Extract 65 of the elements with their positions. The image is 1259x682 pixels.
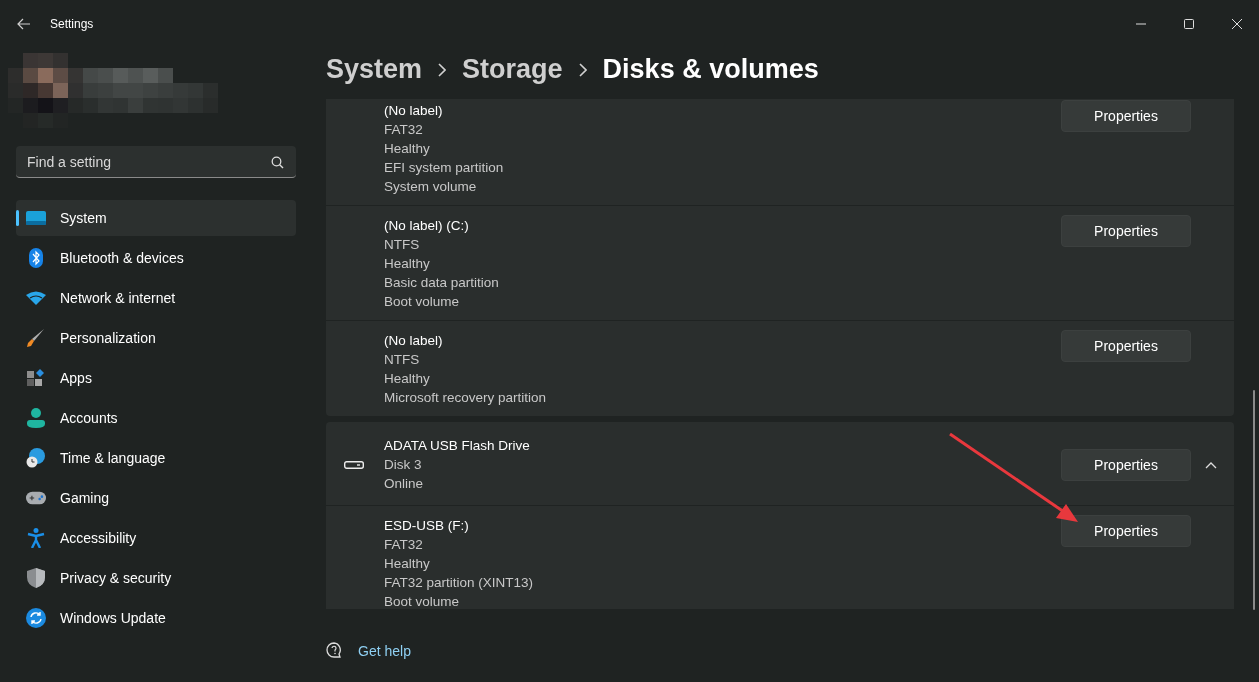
shield-icon [26,568,46,588]
sidebar-item[interactable]: System [16,200,296,236]
search-field[interactable]: Find a setting [16,146,296,178]
paintbrush-icon [26,328,46,348]
volume-detail: Healthy [384,370,431,388]
breadcrumb-link[interactable]: System [326,54,423,85]
volume-detail: NTFS [384,351,421,369]
chevron-icon[interactable] [1205,460,1217,469]
disk-name: ADATA USB Flash Drive [384,437,531,455]
sidebar-item[interactable]: Bluetooth & devices [16,240,296,276]
scrollbar[interactable] [1253,390,1255,610]
update-icon [26,608,46,628]
volume-detail: Microsoft recovery partition [384,389,548,407]
volume-detail: Boot volume [384,593,461,609]
help-icon [326,642,344,660]
sidebar-item[interactable]: Windows Update [16,600,296,636]
window-title: Settings [50,17,94,31]
drive-icon [344,460,364,469]
properties-button[interactable]: Properties [1061,515,1191,547]
volume-detail: NTFS [384,236,421,254]
page-title: Disks & volumes [602,54,819,85]
volume-detail: Healthy [384,255,431,273]
disk-detail: Disk 3 [384,456,423,474]
volume-name: (No label) (C:) [384,217,470,235]
volume-name: (No label) [384,102,444,120]
globe-clock-icon [26,448,46,468]
properties-button[interactable]: Properties [1061,448,1191,481]
volume-detail: System volume [384,178,478,196]
volume-detail: Healthy [384,555,431,573]
volume-detail: FAT32 [384,121,424,139]
sidebar-item[interactable]: Gaming [16,480,296,516]
volume-detail: FAT32 [384,536,424,554]
person-icon [26,408,46,428]
monitor-icon [26,210,46,226]
back-arrow-icon[interactable] [17,18,31,30]
sidebar-item[interactable]: Privacy & security [16,560,296,596]
breadcrumb-link[interactable]: Storage [462,54,563,85]
properties-button[interactable]: Properties [1061,330,1191,362]
sidebar-item[interactable]: Time & language [16,440,296,476]
chevron-right-icon [438,62,447,77]
gamepad-icon [26,491,46,505]
properties-button[interactable]: Properties [1061,215,1191,247]
sidebar-item[interactable]: Accounts [16,400,296,436]
volume-name: ESD-USB (F:) [384,517,470,535]
wifi-icon [26,291,46,305]
volume-detail: Healthy [384,140,431,158]
chevron-right-icon [578,62,587,77]
disk-detail: Online [384,475,425,493]
properties-button[interactable]: Properties [1061,100,1191,132]
apps-icon [26,369,46,387]
get-help-link[interactable]: Get help [358,643,411,659]
volume-detail: FAT32 partition (XINT13) [384,574,535,592]
close-icon[interactable] [1232,19,1242,29]
volume-detail: Basic data partition [384,274,500,292]
bluetooth-icon [26,248,46,268]
volume-detail: Boot volume [384,293,461,311]
accessibility-icon [26,528,46,548]
volume-name: (No label) [384,332,444,350]
sidebar-item[interactable]: Network & internet [16,280,296,316]
search-icon [271,156,284,169]
sidebar-item[interactable]: Apps [16,360,296,396]
maximize-icon[interactable] [1184,19,1194,29]
sidebar-item[interactable]: Accessibility [16,520,296,556]
sidebar-item[interactable]: Personalization [16,320,296,356]
volume-detail: EFI system partition [384,159,505,177]
